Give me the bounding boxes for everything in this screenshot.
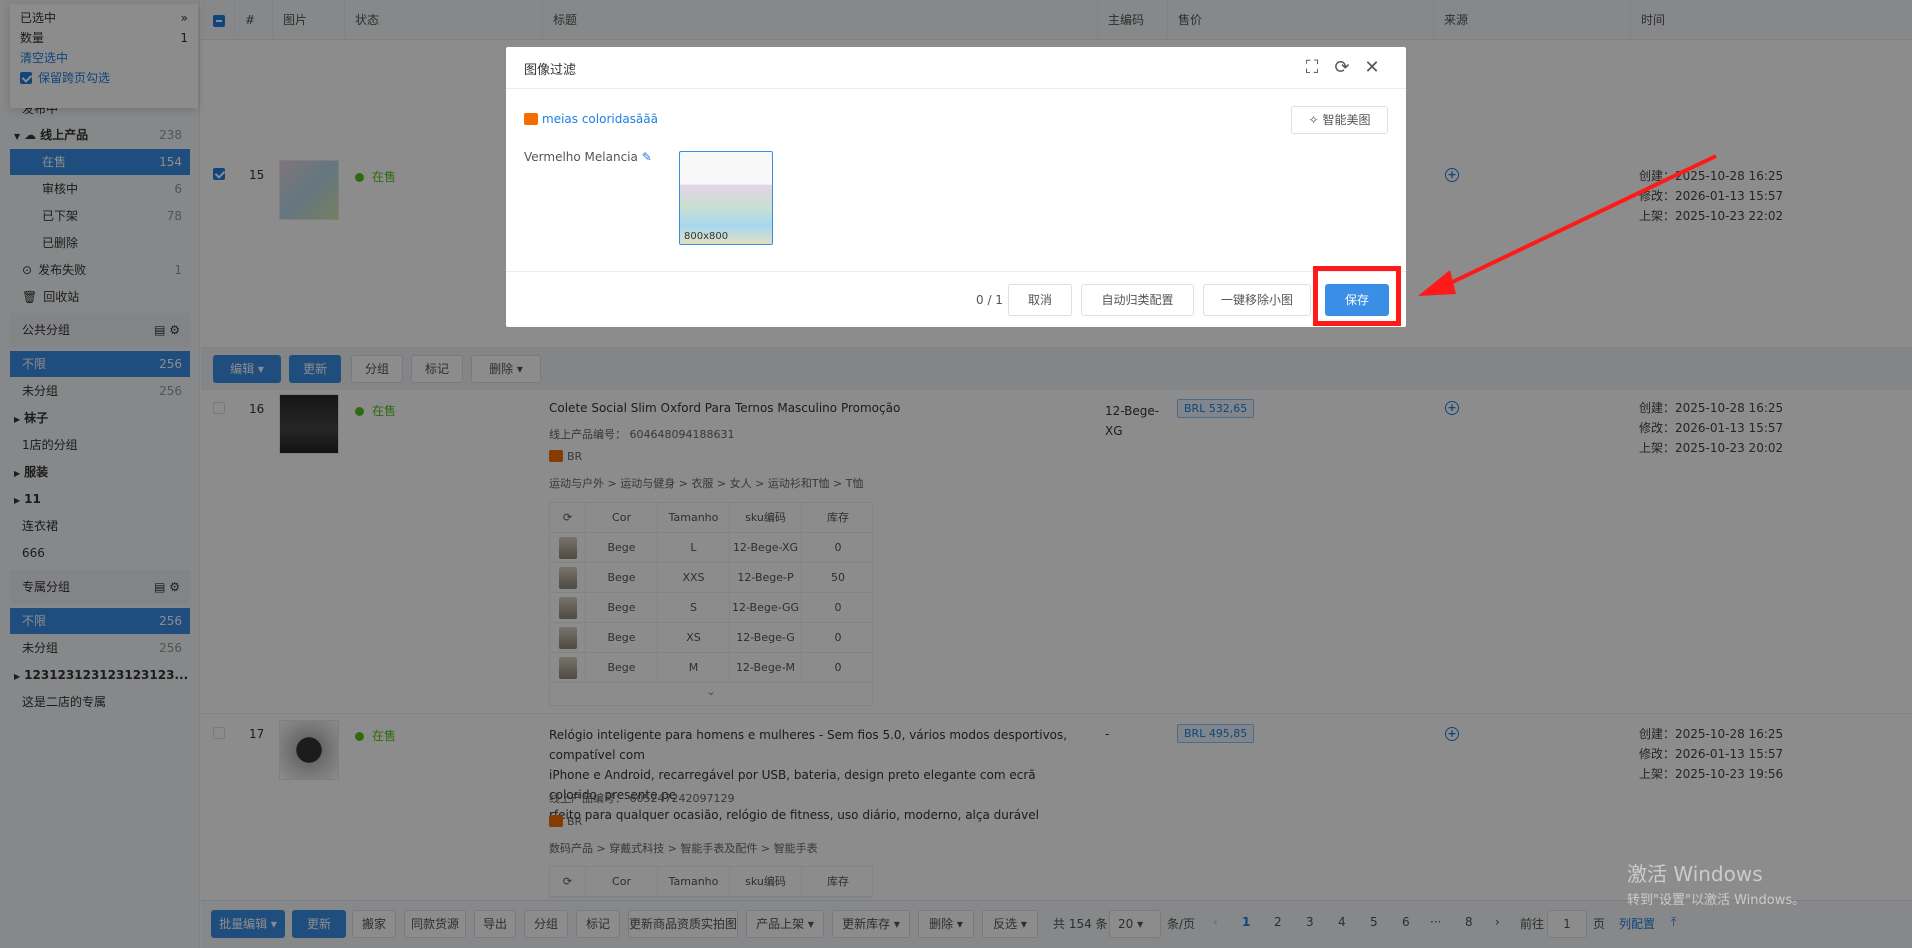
variant-label: Vermelho Melancia ✎: [524, 150, 652, 164]
selection-counter: 0 / 1: [976, 293, 1003, 307]
variant-image[interactable]: 800x800: [679, 151, 773, 245]
dialog-footer: 0 / 1 取消 自动归类配置 一键移除小图 保存: [506, 271, 1406, 327]
fullscreen-icon[interactable]: ⛶: [1301, 57, 1323, 79]
remove-small-images-button[interactable]: 一键移除小图: [1203, 284, 1311, 316]
windows-activation-watermark: 激活 Windows 转到"设置"以激活 Windows。: [1627, 862, 1806, 908]
product-link[interactable]: meias coloridasããã: [524, 112, 658, 126]
close-icon[interactable]: ✕: [1361, 57, 1383, 79]
beautify-button[interactable]: ✧ 智能美图: [1291, 106, 1388, 134]
shop-icon: [524, 113, 538, 125]
image-size-label: 800x800: [684, 231, 729, 242]
auto-classify-button[interactable]: 自动归类配置: [1081, 284, 1194, 316]
cancel-button[interactable]: 取消: [1008, 284, 1072, 316]
refresh-icon[interactable]: ⟳: [1331, 57, 1353, 79]
highlight-box: [1313, 266, 1401, 326]
dialog-header: 图像过滤 ⛶ ⟳ ✕: [506, 47, 1406, 89]
magic-wand-icon: ✧: [1308, 113, 1319, 127]
image-filter-dialog: 图像过滤 ⛶ ⟳ ✕ meias coloridasããã ✧ 智能美图 Ver…: [506, 47, 1406, 327]
pin-icon[interactable]: ✎: [642, 150, 652, 164]
dialog-title: 图像过滤: [524, 63, 577, 78]
